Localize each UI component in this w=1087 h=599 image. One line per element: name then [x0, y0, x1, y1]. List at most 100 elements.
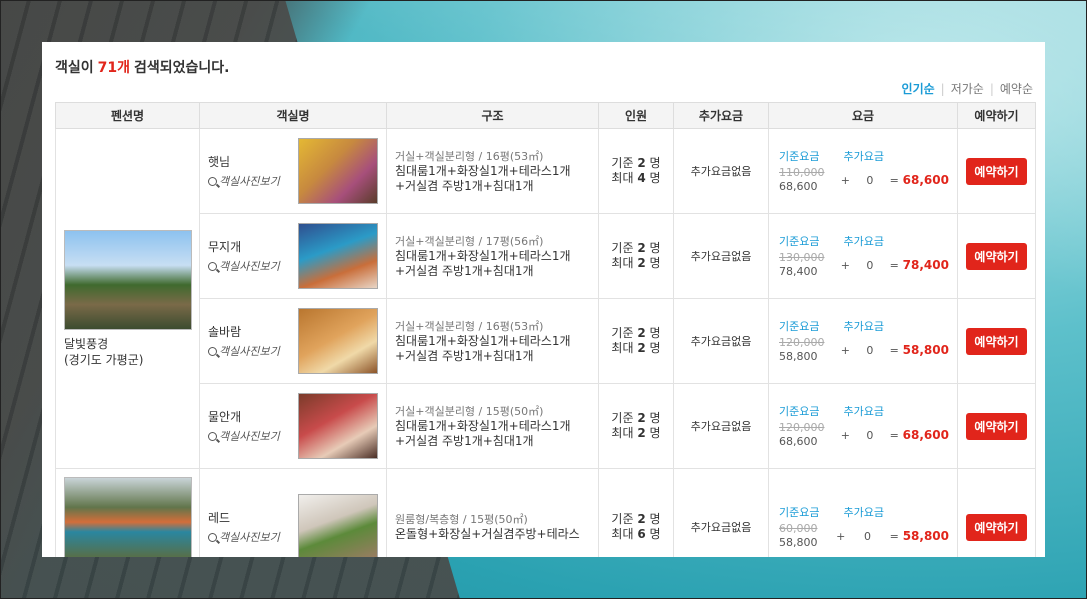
price-cell: 기준요금 추가요금 60,000 58,800 + 0 = 58,800	[768, 468, 958, 557]
extra-fee-label: 추가요금	[843, 320, 884, 333]
room-photo-link[interactable]: 객실사진보기	[208, 428, 280, 444]
price-cell: 기준요금 추가요금 120,000 58,800 + 0 = 58,800	[768, 298, 958, 384]
book-cell: 예약하기	[957, 128, 1036, 214]
search-icon	[208, 176, 217, 186]
total-price: 78,400	[902, 258, 949, 272]
col-room: 객실명	[199, 102, 387, 129]
room-photo-link[interactable]: 객실사진보기	[208, 343, 280, 359]
book-cell: 예약하기	[957, 298, 1036, 384]
result-count-heading: 객실이 71개 검색되었습니다.	[55, 57, 230, 77]
result-count: 71개	[97, 60, 131, 76]
people-cell: 기준 2 명 최대 2 명	[598, 298, 674, 384]
original-price: 120,000	[779, 421, 825, 434]
max-people: 6	[637, 527, 646, 541]
book-button[interactable]: 예약하기	[966, 327, 1027, 355]
room-photo[interactable]	[298, 494, 378, 557]
col-extra: 추가요금	[673, 102, 769, 129]
people-cell: 기준 2 명 최대 6 명	[598, 468, 674, 557]
extra-fee-label: 추가요금	[843, 235, 884, 248]
extra-amount: 0	[864, 529, 871, 543]
max-people: 2	[637, 256, 646, 270]
search-results-panel: 객실이 71개 검색되었습니다. 인기순 | 저가순 | 예약순 펜션명 객실명…	[42, 42, 1045, 557]
room-cell: 물안개 객실사진보기	[199, 383, 387, 469]
original-price: 120,000	[779, 336, 825, 349]
extra-fee-label: 추가요금	[843, 506, 884, 519]
table-row: 레드 객실사진보기 원룸형/복층형 / 15평(50㎡) 온돌형+화장실+거실겸…	[55, 468, 1036, 557]
structure-cell: 거실+객실분리형 / 15평(50㎡) 침대룸1개+화장실1개+테라스1개+거실…	[386, 383, 599, 469]
sort-popular[interactable]: 인기순	[902, 80, 935, 97]
structure-type: 거실+객실분리형 / 17평(56㎡)	[395, 234, 544, 248]
max-people: 4	[637, 171, 646, 185]
room-name[interactable]: 물안개	[208, 408, 280, 425]
room-name[interactable]: 햇님	[208, 153, 280, 170]
sale-price: 58,800	[779, 536, 818, 549]
search-icon	[208, 261, 217, 271]
original-price: 110,000	[779, 166, 825, 179]
sort-lowprice[interactable]: 저가순	[951, 80, 984, 97]
extra-cell: 추가요금없음	[673, 383, 769, 469]
room-photo[interactable]	[298, 138, 378, 204]
total-price: 68,600	[902, 173, 949, 187]
room-photo-link[interactable]: 객실사진보기	[208, 529, 280, 545]
room-photo[interactable]	[298, 393, 378, 459]
col-price: 요금	[768, 102, 958, 129]
structure-desc: 온돌형+화장실+거실겸주방+테라스	[395, 527, 580, 541]
room-cell: 햇님 객실사진보기	[199, 128, 387, 214]
pension-cell	[55, 468, 200, 557]
max-people: 2	[637, 341, 646, 355]
extra-cell: 추가요금없음	[673, 298, 769, 384]
pension-photo[interactable]	[64, 477, 192, 557]
people-cell: 기준 2 명 최대 2 명	[598, 383, 674, 469]
structure-desc: 침대룸1개+화장실1개+테라스1개+거실겸 주방1개+침대1개	[395, 333, 571, 363]
extra-amount: 0	[866, 258, 874, 272]
room-name[interactable]: 솔바람	[208, 323, 280, 340]
pension-name[interactable]: 달빛풍경	[64, 336, 191, 352]
sort-reservation[interactable]: 예약순	[1000, 80, 1033, 97]
structure-cell: 거실+객실분리형 / 16평(53㎡) 침대룸1개+화장실1개+테라스1개+거실…	[386, 128, 599, 214]
pension-photo[interactable]	[64, 229, 192, 330]
min-people: 2	[637, 326, 646, 340]
room-photo[interactable]	[298, 223, 378, 289]
book-button[interactable]: 예약하기	[966, 157, 1027, 185]
sale-price: 68,600	[779, 180, 818, 193]
max-people: 2	[637, 426, 646, 440]
structure-cell: 거실+객실분리형 / 16평(53㎡) 침대룸1개+화장실1개+테라스1개+거실…	[386, 298, 599, 384]
original-price: 60,000	[779, 522, 818, 535]
table-row: 솔바람 객실사진보기 거실+객실분리형 / 16평(53㎡) 침대룸1개+화장실…	[56, 298, 1036, 384]
col-book: 예약하기	[957, 102, 1036, 129]
pension-cell: 달빛풍경 (경기도 가평군)	[55, 128, 200, 469]
room-photo-link[interactable]: 객실사진보기	[208, 173, 280, 189]
structure-desc: 침대룸1개+화장실1개+테라스1개+거실겸 주방1개+침대1개	[395, 418, 571, 448]
structure-type: 거실+객실분리형 / 16평(53㎡)	[395, 319, 544, 333]
room-cell: 무지개 객실사진보기	[199, 213, 387, 299]
sort-options: 인기순 | 저가순 | 예약순	[902, 80, 1033, 97]
table-header: 펜션명 객실명 구조 인원 추가요금 요금 예약하기	[55, 102, 1036, 129]
room-name[interactable]: 무지개	[208, 238, 280, 255]
room-photo-link[interactable]: 객실사진보기	[208, 258, 280, 274]
total-price: 68,600	[902, 428, 949, 442]
min-people: 2	[637, 156, 646, 170]
room-cell: 솔바람 객실사진보기	[199, 298, 387, 384]
sale-price: 58,800	[779, 350, 818, 363]
book-button[interactable]: 예약하기	[966, 412, 1027, 440]
sort-divider: |	[940, 81, 945, 96]
result-prefix: 객실이	[55, 60, 94, 76]
extra-fee-label: 추가요금	[843, 405, 884, 418]
book-button[interactable]: 예약하기	[966, 242, 1027, 270]
book-cell: 예약하기	[957, 213, 1036, 299]
structure-cell: 원룸형/복층형 / 15평(50㎡) 온돌형+화장실+거실겸주방+테라스	[386, 468, 599, 557]
min-people: 2	[637, 241, 646, 255]
structure-type: 거실+객실분리형 / 16평(53㎡)	[395, 149, 544, 163]
structure-cell: 거실+객실분리형 / 17평(56㎡) 침대룸1개+화장실1개+테라스1개+거실…	[386, 213, 599, 299]
room-table: 펜션명 객실명 구조 인원 추가요금 요금 예약하기 달빛풍경 (경기도 가평군…	[55, 102, 1036, 557]
total-price: 58,800	[902, 529, 949, 543]
search-icon	[208, 431, 217, 441]
min-people: 2	[637, 512, 646, 526]
room-photo[interactable]	[298, 308, 378, 374]
base-fee-label: 기준요금	[779, 506, 820, 519]
structure-type: 원룸형/복층형 / 15평(50㎡)	[395, 513, 528, 526]
room-name[interactable]: 레드	[208, 509, 280, 526]
price-cell: 기준요금 추가요금 130,000 78,400 + 0 = 78,400	[768, 213, 958, 299]
book-button[interactable]: 예약하기	[966, 513, 1027, 541]
table-row: 물안개 객실사진보기 거실+객실분리형 / 15평(50㎡) 침대룸1개+화장실…	[56, 383, 1036, 469]
